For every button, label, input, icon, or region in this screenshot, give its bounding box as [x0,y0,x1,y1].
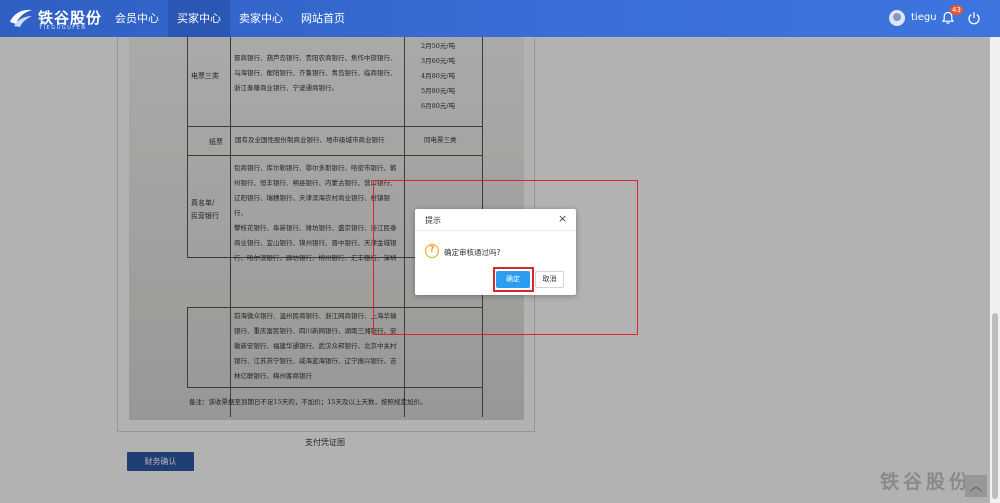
power-icon[interactable] [967,11,981,25]
brand-logo[interactable]: 铁谷股份 TIEGUGUFEN [8,5,108,33]
brand-pinyin: TIEGUGUFEN [39,25,87,31]
notification-badge: 43 [950,5,963,15]
nav-buyer-center[interactable]: 买家中心 [168,0,230,37]
annotation-box-ok-button [493,267,534,292]
top-navbar: 铁谷股份 TIEGUGUFEN 会员中心 买家中心 卖家中心 网站首页 tieg… [0,0,1000,37]
confirm-cancel-button[interactable]: 取消 [535,271,564,288]
scrollbar-thumb[interactable] [992,313,998,499]
username[interactable]: tiegu [911,12,937,23]
logo-mark-icon [10,9,32,27]
close-icon[interactable]: × [558,213,567,225]
dialog-header: 提示 × [415,209,576,231]
question-warning-icon: ? [425,244,439,258]
nav-home[interactable]: 网站首页 [292,0,354,37]
dialog-message: 确定审核通过吗? [444,248,501,257]
nav-seller-center[interactable]: 卖家中心 [230,0,292,37]
dialog-title: 提示 [425,216,441,225]
nav-member-center[interactable]: 会员中心 [106,0,168,37]
page-scrollbar[interactable] [990,37,1000,503]
avatar[interactable] [889,10,905,26]
main-nav: 会员中心 买家中心 卖家中心 网站首页 [106,0,354,37]
